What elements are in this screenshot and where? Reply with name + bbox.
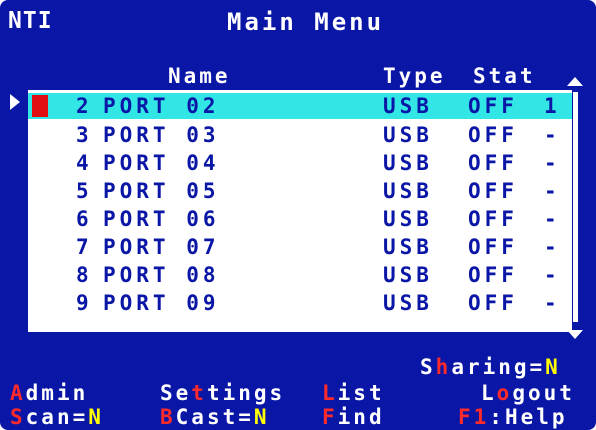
port-status: OFF <box>468 179 518 203</box>
help-label: :Help <box>489 405 568 429</box>
port-status: OFF <box>468 94 518 118</box>
port-number: 5 <box>76 179 93 203</box>
settings-hotkey: t <box>191 381 207 405</box>
list-label: ist <box>337 381 385 405</box>
port-type: USB <box>383 179 433 203</box>
scan-label: can= <box>25 405 89 429</box>
port-status: OFF <box>468 235 518 259</box>
port-share-id: - <box>544 263 561 287</box>
admin-option[interactable]: Admin <box>10 381 88 405</box>
settings-option[interactable]: Settings <box>160 381 285 405</box>
port-number: 8 <box>76 263 93 287</box>
port-type: USB <box>383 235 433 259</box>
logout-hotkey: o <box>496 381 513 405</box>
port-type: USB <box>383 94 433 118</box>
port-number: 7 <box>76 235 93 259</box>
logout-label: gout <box>512 381 575 405</box>
port-share-id: - <box>544 123 561 147</box>
sharing-label: aring= <box>451 355 546 379</box>
port-number: 6 <box>76 207 93 231</box>
logout-label: L <box>481 381 497 405</box>
nti-logo: NTI <box>8 8 53 34</box>
port-name: PORT 09 <box>103 291 220 315</box>
port-row-9[interactable]: 9 PORT 09 USB OFF - <box>28 290 572 316</box>
port-row-3[interactable]: 3 PORT 03 USB OFF - <box>28 122 572 148</box>
sharing-value: N <box>545 355 561 379</box>
port-share-id: 1 <box>544 94 561 118</box>
selected-marker-icon <box>32 95 48 117</box>
page-title: Main Menu <box>227 8 385 36</box>
broadcast-option[interactable]: BCast=N <box>160 405 270 429</box>
port-share-id: - <box>544 207 561 231</box>
kvm-osd-screen: NTI Main Menu Name Type Stat 2 PORT 02 U… <box>0 0 596 430</box>
broadcast-hotkey: B <box>160 405 176 429</box>
logout-option[interactable]: Logout <box>481 381 575 405</box>
port-type: USB <box>383 263 433 287</box>
find-option[interactable]: Find <box>322 405 385 429</box>
scrollbar-track[interactable] <box>573 92 578 322</box>
admin-label: dmin <box>25 381 89 405</box>
port-type: USB <box>383 207 433 231</box>
admin-hotkey: A <box>10 381 26 405</box>
port-number: 2 <box>76 94 93 118</box>
port-number: 9 <box>76 291 93 315</box>
sharing-hotkey: h <box>435 355 452 379</box>
port-type: USB <box>383 123 433 147</box>
help-hotkey: F1 <box>458 405 490 429</box>
port-status: OFF <box>468 263 518 287</box>
scan-value: N <box>88 405 104 429</box>
port-status: OFF <box>468 291 518 315</box>
port-row-8[interactable]: 8 PORT 08 USB OFF - <box>28 262 572 288</box>
port-share-id: - <box>544 291 561 315</box>
settings-label: tings <box>206 381 286 405</box>
port-name: PORT 08 <box>103 263 220 287</box>
scroll-up-arrow-icon[interactable] <box>567 77 583 86</box>
help-option[interactable]: F1:Help <box>458 405 568 429</box>
find-hotkey: F <box>322 405 338 429</box>
port-status: OFF <box>468 207 518 231</box>
port-name: PORT 04 <box>103 151 220 175</box>
sharing-option[interactable]: Sharing=N <box>420 355 561 379</box>
port-name: PORT 07 <box>103 235 220 259</box>
scan-option[interactable]: Scan=N <box>10 405 104 429</box>
port-name: PORT 02 <box>103 94 220 118</box>
list-hotkey: L <box>322 381 338 405</box>
port-row-2[interactable]: 2 PORT 02 USB OFF 1 <box>28 93 572 119</box>
port-name: PORT 06 <box>103 207 220 231</box>
column-header-type: Type <box>383 64 446 88</box>
port-list: 2 PORT 02 USB OFF 1 3 PORT 03 USB OFF - … <box>28 90 572 332</box>
column-header-name: Name <box>168 64 231 88</box>
selection-pointer-icon <box>10 94 20 110</box>
list-option[interactable]: List <box>322 381 385 405</box>
port-number: 3 <box>76 123 93 147</box>
port-status: OFF <box>468 151 518 175</box>
port-row-6[interactable]: 6 PORT 06 USB OFF - <box>28 206 572 232</box>
settings-label: Se <box>160 381 192 405</box>
scan-hotkey: S <box>10 405 26 429</box>
port-share-id: - <box>544 151 561 175</box>
port-name: PORT 05 <box>103 179 220 203</box>
port-row-4[interactable]: 4 PORT 04 USB OFF - <box>28 150 572 176</box>
port-row-5[interactable]: 5 PORT 05 USB OFF - <box>28 178 572 204</box>
find-label: ind <box>337 405 385 429</box>
port-number: 4 <box>76 151 93 175</box>
broadcast-value: N <box>253 405 270 429</box>
port-name: PORT 03 <box>103 123 220 147</box>
port-share-id: - <box>544 235 561 259</box>
port-row-7[interactable]: 7 PORT 07 USB OFF - <box>28 234 572 260</box>
port-type: USB <box>383 291 433 315</box>
column-header-stat: Stat <box>473 64 536 88</box>
sharing-label: S <box>420 355 436 379</box>
port-status: OFF <box>468 123 518 147</box>
port-type: USB <box>383 151 433 175</box>
broadcast-label: Cast= <box>175 405 254 429</box>
port-share-id: - <box>544 179 561 203</box>
scroll-down-arrow-icon[interactable] <box>567 330 583 339</box>
